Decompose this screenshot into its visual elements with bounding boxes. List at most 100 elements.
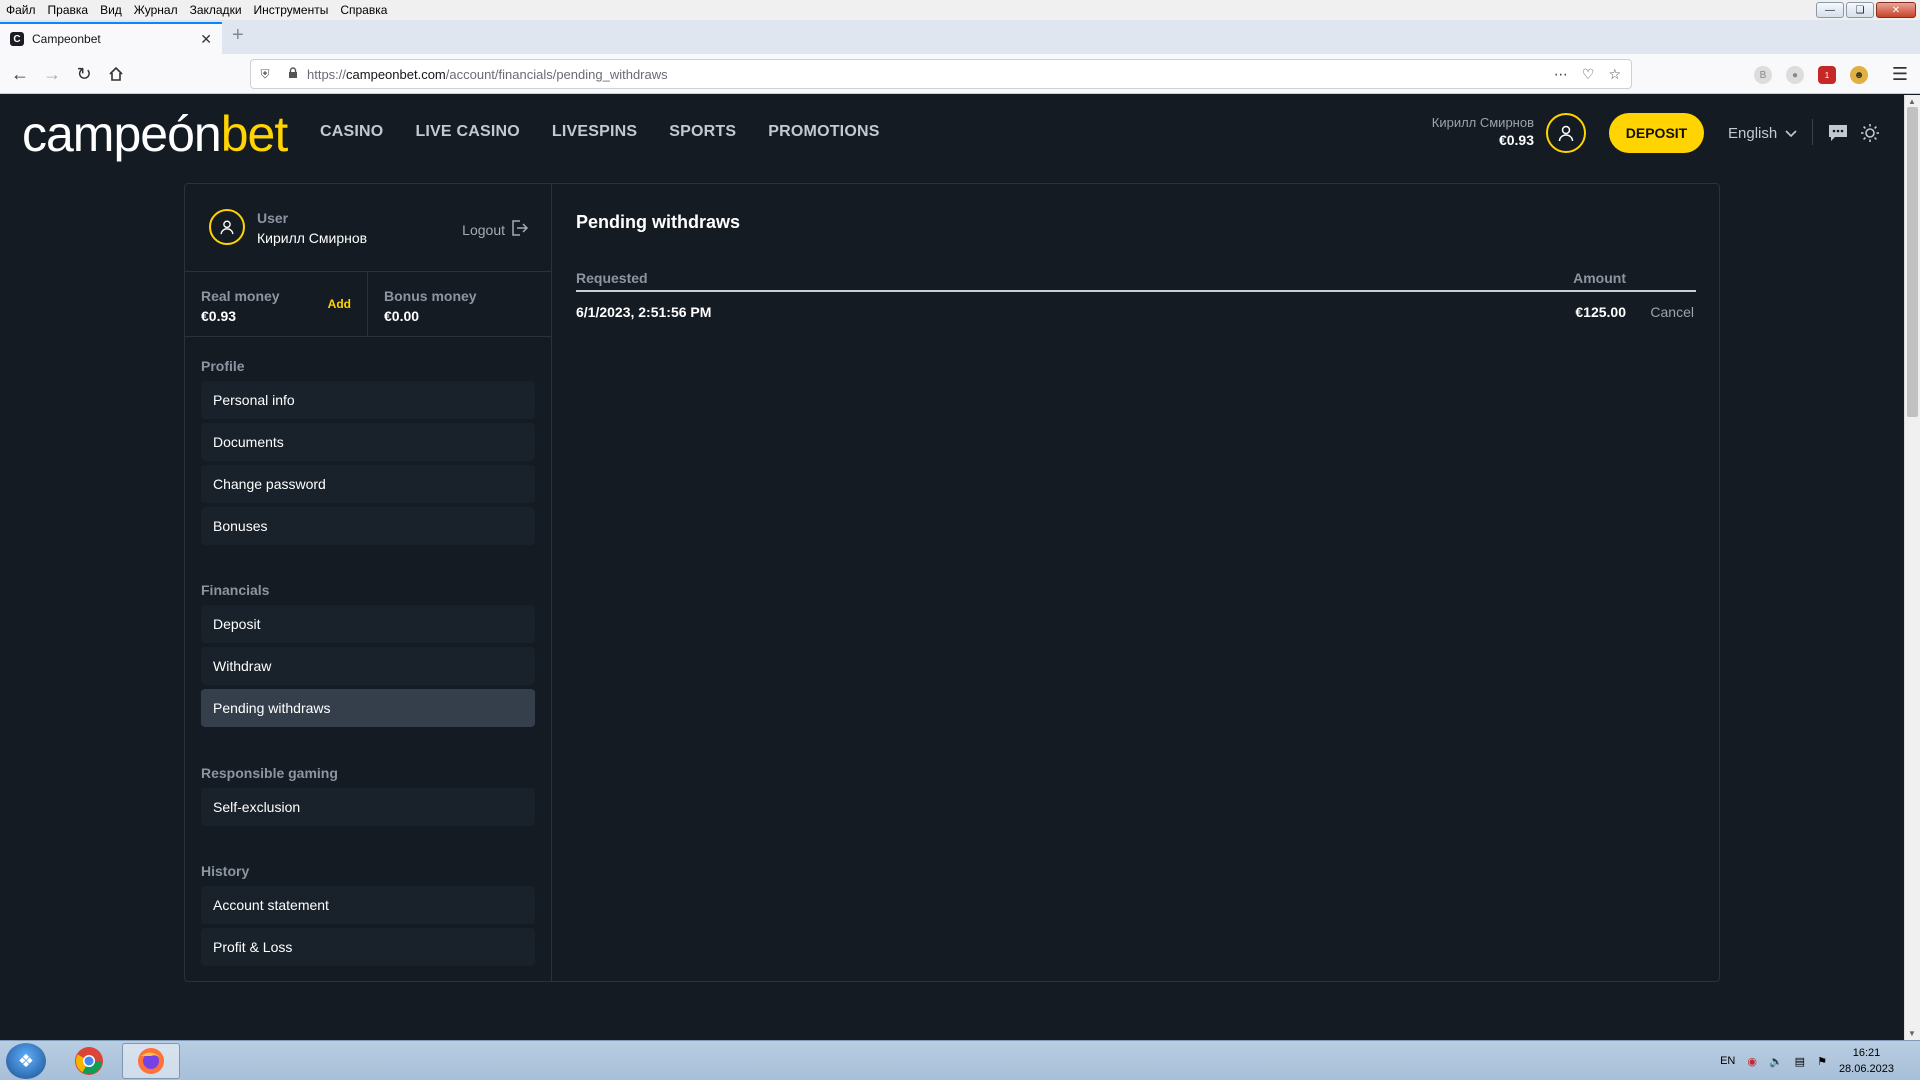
home-icon[interactable]: [104, 62, 128, 86]
firefox-taskbar-icon[interactable]: [122, 1043, 180, 1079]
url-bar[interactable]: ⛨ https://campeonbet.com/account/financi…: [250, 59, 1632, 89]
user-avatar-icon: [209, 209, 245, 245]
sidebar-user-block: User Кирилл Смирнов Logout: [185, 184, 551, 272]
user-name: Кирилл Смирнов: [257, 230, 368, 246]
site-logo[interactable]: campeónbet: [22, 105, 288, 163]
clock-date: 28.06.2023: [1838, 1063, 1894, 1075]
keyboard-language[interactable]: EN: [1720, 1055, 1735, 1067]
table-row: 6/1/2023, 2:51:56 PM €125.00 Cancel: [576, 304, 1696, 324]
menu-file[interactable]: Файл: [6, 3, 36, 17]
extension-circle-icon[interactable]: ●: [1786, 66, 1804, 84]
volume-icon[interactable]: 🔈: [1769, 1055, 1783, 1068]
window-controls: — ❏ ✕: [1816, 2, 1916, 18]
header-user-info[interactable]: Кирилл Смирнов €0.93: [1432, 115, 1534, 148]
menu-help[interactable]: Справка: [340, 3, 387, 17]
sidebar-item-bonuses[interactable]: Bonuses: [201, 507, 535, 545]
scroll-up-icon[interactable]: ▲: [1908, 97, 1916, 106]
network-icon[interactable]: ▤: [1795, 1055, 1805, 1068]
action-center-icon[interactable]: ⚑: [1817, 1055, 1827, 1068]
sidebar-item-withdraw[interactable]: Withdraw: [201, 647, 535, 685]
nav-livespins[interactable]: LIVESPINS: [552, 123, 637, 141]
cancel-withdraw-button[interactable]: Cancel: [1650, 304, 1694, 320]
os-taskbar: ❖ EN ◉ 🔈 ▤ ⚑ 16:21 28.06.2023: [0, 1040, 1920, 1080]
scroll-down-icon[interactable]: ▼: [1908, 1029, 1916, 1038]
sidebar-item-deposit[interactable]: Deposit: [201, 605, 535, 643]
column-header-amount: Amount: [1573, 270, 1626, 286]
lock-icon[interactable]: [279, 66, 307, 82]
real-money-label: Real money: [201, 288, 280, 304]
system-tray: EN ◉ 🔈 ▤ ⚑ 16:21 28.06.2023: [1720, 1041, 1920, 1080]
bonus-money-label: Bonus money: [384, 288, 477, 304]
menu-bookmarks[interactable]: Закладки: [190, 3, 242, 17]
nav-promotions[interactable]: PROMOTIONS: [768, 123, 879, 141]
clock[interactable]: 16:21 28.06.2023: [1839, 1045, 1894, 1077]
browser-navbar: ← → ↻ ⛨ https://campeonbet.com/account/f…: [0, 54, 1920, 94]
menu-history[interactable]: Журнал: [134, 3, 178, 17]
real-money-value: €0.93: [201, 308, 237, 324]
logout-icon: [511, 220, 529, 239]
back-icon[interactable]: ←: [8, 62, 32, 86]
section-title-financials: Financials: [201, 582, 270, 598]
menu-edit[interactable]: Правка: [48, 3, 89, 17]
header-user-balance: €0.93: [1498, 132, 1534, 148]
bookmark-star-icon[interactable]: ☆: [1608, 66, 1621, 83]
page-actions-icon[interactable]: ⋯: [1554, 66, 1568, 83]
user-role: User: [257, 210, 289, 226]
pending-withdraws-content: Pending withdraws Requested Amount 6/1/2…: [552, 184, 1719, 981]
language-selector[interactable]: English: [1728, 125, 1797, 142]
forward-icon[interactable]: →: [40, 62, 64, 86]
hamburger-menu-icon[interactable]: ☰: [1888, 62, 1912, 86]
new-tab-icon[interactable]: +: [232, 24, 244, 47]
browser-menubar: Файл Правка Вид Журнал Закладки Инструме…: [0, 0, 1920, 20]
ublock-icon[interactable]: 1: [1818, 66, 1836, 84]
section-title-profile: Profile: [201, 358, 245, 374]
sidebar-item-personal-info[interactable]: Personal info: [201, 381, 535, 419]
sidebar-item-change-password[interactable]: Change password: [201, 465, 535, 503]
page-scrollbar[interactable]: ▲ ▼: [1904, 95, 1920, 1040]
menu-view[interactable]: Вид: [100, 3, 122, 17]
sidebar-item-self-exclusion[interactable]: Self-exclusion: [201, 788, 535, 826]
browser-tab[interactable]: C Campeonbet ✕: [0, 22, 222, 54]
add-money-link[interactable]: Add: [328, 297, 351, 311]
menu-tools[interactable]: Инструменты: [254, 3, 329, 17]
profile-extension-icon[interactable]: ☻: [1850, 66, 1868, 84]
site-header: campeónbet CASINO LIVE CASINO LIVESPINS …: [0, 95, 1904, 171]
column-header-requested: Requested: [576, 270, 648, 286]
cell-requested: 6/1/2023, 2:51:56 PM: [576, 304, 712, 320]
header-avatar-icon[interactable]: [1546, 113, 1586, 153]
extension-b-icon[interactable]: B: [1754, 66, 1772, 84]
chat-icon[interactable]: [1827, 122, 1849, 144]
shield-icon[interactable]: ⛨: [251, 67, 279, 82]
deposit-button[interactable]: DEPOSIT: [1609, 113, 1704, 153]
cell-amount: €125.00: [1575, 304, 1626, 320]
scrollbar-thumb[interactable]: [1907, 107, 1918, 417]
account-sidebar: User Кирилл Смирнов Logout Real money €0…: [185, 184, 552, 981]
logout-button[interactable]: Logout: [462, 220, 529, 239]
nav-live-casino[interactable]: LIVE CASINO: [415, 123, 519, 141]
start-button-icon[interactable]: ❖: [6, 1043, 46, 1079]
nav-casino[interactable]: CASINO: [320, 123, 383, 141]
close-window-button[interactable]: ✕: [1876, 2, 1916, 18]
tab-close-icon[interactable]: ✕: [200, 31, 212, 48]
header-user-name: Кирилл Смирнов: [1431, 115, 1534, 130]
reload-icon[interactable]: ↻: [72, 62, 96, 86]
logout-label: Logout: [462, 221, 505, 238]
bonus-money-box: Bonus money €0.00: [368, 272, 551, 336]
restore-button[interactable]: ❏: [1846, 2, 1874, 18]
main-nav: CASINO LIVE CASINO LIVESPINS SPORTS PROM…: [320, 123, 880, 141]
sidebar-item-account-statement[interactable]: Account statement: [201, 886, 535, 924]
minimize-button[interactable]: —: [1816, 2, 1844, 18]
logo-main-text: campeón: [22, 106, 222, 162]
nav-sports[interactable]: SPORTS: [669, 123, 736, 141]
antivirus-tray-icon[interactable]: ◉: [1747, 1055, 1757, 1068]
clock-time: 16:21: [1852, 1047, 1881, 1059]
sidebar-item-documents[interactable]: Documents: [201, 423, 535, 461]
theme-sun-icon[interactable]: [1859, 122, 1881, 144]
sidebar-item-pending-withdraws[interactable]: Pending withdraws: [201, 689, 535, 727]
sidebar-item-profit-loss[interactable]: Profit & Loss: [201, 928, 535, 966]
bonus-money-value: €0.00: [384, 308, 420, 324]
balance-row: Real money €0.93 Add Bonus money €0.00: [185, 272, 551, 337]
pocket-icon[interactable]: ♡: [1582, 66, 1595, 83]
url-host: campeonbet.com: [346, 66, 446, 82]
chrome-taskbar-icon[interactable]: [60, 1043, 118, 1079]
